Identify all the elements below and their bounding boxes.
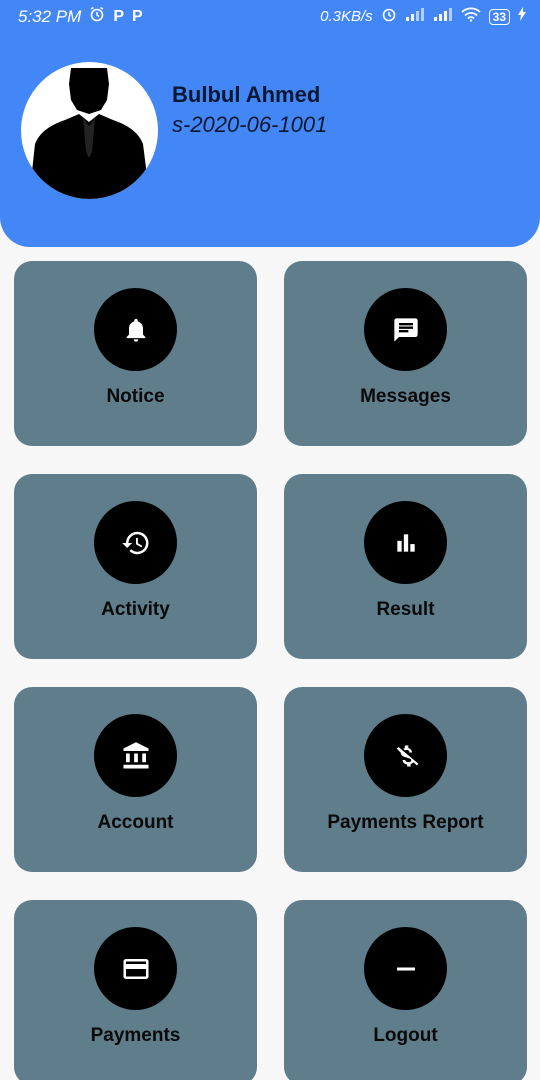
payments-icon-circle (94, 927, 177, 1010)
avatar[interactable] (21, 62, 158, 199)
minus-icon (396, 967, 415, 970)
credit-card-icon (123, 958, 148, 979)
history-icon (121, 531, 149, 554)
tile-label: Notice (106, 386, 165, 407)
tile-label: Activity (101, 599, 170, 620)
tile-logout[interactable]: Logout (284, 900, 527, 1080)
bar-chart-icon (396, 533, 415, 552)
status-bar: 5:32 PM P P 0.3KB/s 33 (0, 0, 540, 33)
tile-account[interactable]: Account (14, 687, 257, 872)
tile-label: Result (376, 599, 435, 620)
messages-icon-circle (364, 288, 447, 371)
tile-notice[interactable]: Notice (14, 261, 257, 446)
status-time: 5:32 PM (18, 6, 82, 26)
profile-name: Bulbul Ahmed (172, 82, 321, 107)
tile-label: Payments (90, 1025, 181, 1046)
bank-icon (123, 741, 148, 768)
tile-messages[interactable]: Messages (284, 261, 527, 446)
tile-label: Account (97, 812, 174, 833)
battery-indicator: 33 (488, 8, 510, 25)
alarm-icon (381, 6, 397, 27)
tile-payments-report[interactable]: Payments Report (284, 687, 527, 872)
result-icon-circle (364, 501, 447, 584)
logout-icon-circle (364, 927, 447, 1010)
payments-report-icon-circle (364, 714, 447, 797)
network-speed: 0.3KB/s (320, 8, 373, 25)
tile-label: Payments Report (327, 812, 484, 833)
tile-payments[interactable]: Payments (14, 900, 257, 1080)
profile-id: s-2020-06-1001 (172, 112, 328, 137)
tile-label: Messages (360, 386, 451, 407)
bell-icon (126, 318, 145, 342)
notice-icon-circle (94, 288, 177, 371)
person-silhouette-icon (29, 68, 150, 199)
charging-icon (518, 7, 526, 26)
signal-icon (405, 7, 425, 26)
p-app-icon: P (131, 7, 143, 25)
profile-header: 5:32 PM P P 0.3KB/s 33 Bulbul Ahmed s-20… (0, 0, 540, 247)
alarm-icon (89, 6, 105, 27)
wifi-icon (461, 7, 481, 27)
money-off-icon (396, 745, 418, 766)
message-icon (393, 317, 418, 342)
account-icon-circle (94, 714, 177, 797)
signal-icon (433, 7, 453, 26)
activity-icon-circle (94, 501, 177, 584)
tile-label: Logout (373, 1025, 438, 1046)
p-app-icon: P (113, 7, 124, 25)
tile-activity[interactable]: Activity (14, 474, 257, 659)
tile-result[interactable]: Result (284, 474, 527, 659)
